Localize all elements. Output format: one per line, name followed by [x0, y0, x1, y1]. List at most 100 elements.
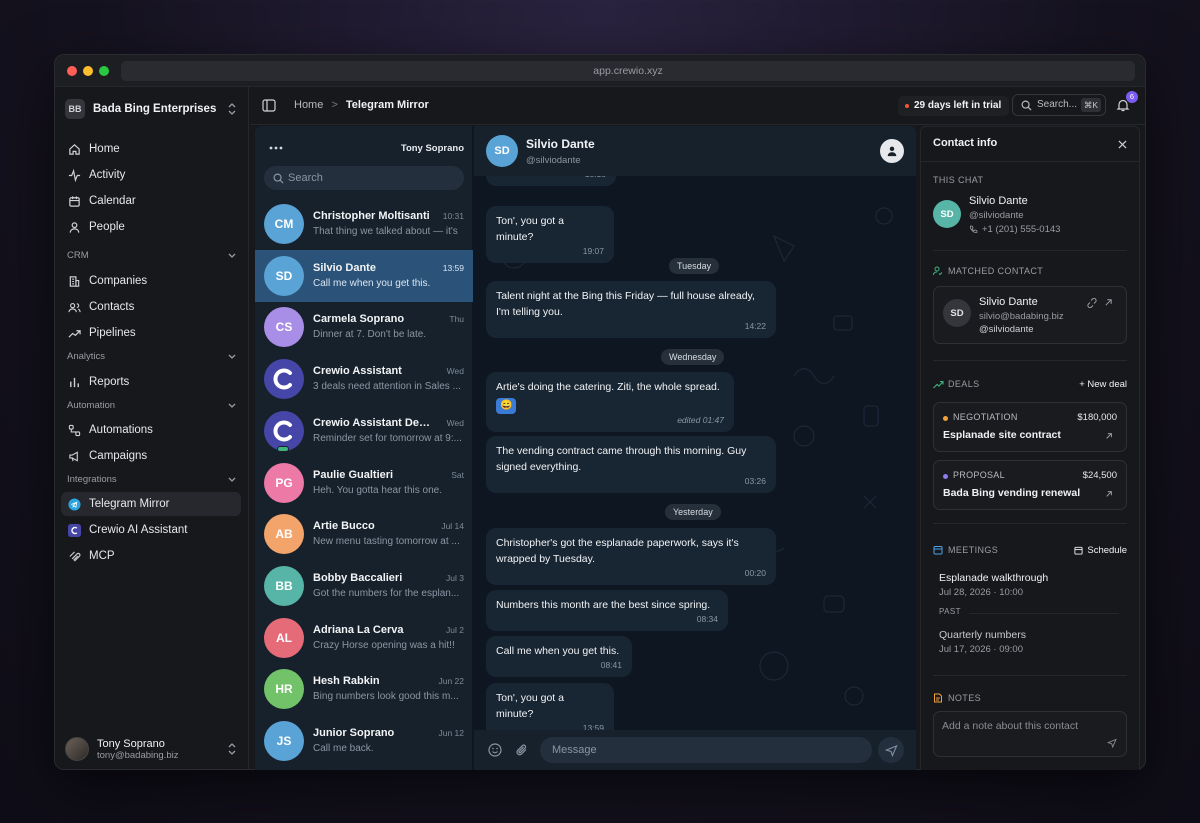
chat-item[interactable]: Crewio Assistant Wed 3 deals need attentio… — [255, 353, 473, 405]
minimize-window-button[interactable] — [83, 66, 93, 76]
sidebar-item-campaigns[interactable]: Campaigns — [61, 444, 241, 468]
deal-card[interactable]: PROPOSAL $24,500 Bada Bing vending renewal — [933, 460, 1127, 510]
section-analytics[interactable]: Analytics — [67, 351, 237, 362]
send-icon — [884, 744, 898, 757]
chat-item[interactable]: CM Christopher Moltisanti 10:31 That thing … — [255, 198, 473, 250]
conversation-avatar: SD — [486, 135, 518, 167]
sidebar-item-label: Activity — [89, 169, 126, 181]
paperclip-icon[interactable] — [515, 743, 529, 757]
more-icon[interactable] — [269, 146, 283, 150]
matched-name: Silvio Dante — [979, 296, 1038, 308]
chat-contact-handle: @silviodante — [969, 210, 1024, 221]
chat-preview: Got the numbers for the esplan... — [313, 587, 460, 599]
chat-item[interactable]: BB Bobby Baccalieri Jul 3 Got the numbers f… — [255, 560, 473, 612]
section-automation[interactable]: Automation — [67, 400, 237, 411]
close-window-button[interactable] — [67, 66, 77, 76]
message-bubble[interactable]: Talent night at the Bing this Friday — f… — [486, 281, 776, 338]
chat-preview: That thing we talked about — it's — [313, 226, 458, 237]
breadcrumb-home[interactable]: Home — [294, 99, 323, 111]
conversation-name[interactable]: Silvio Dante — [526, 137, 595, 151]
sidebar-item-activity[interactable]: Activity — [61, 163, 241, 187]
sidebar-item-calendar[interactable]: Calendar — [61, 189, 241, 213]
chat-name: Paulie Gualtieri — [313, 468, 394, 481]
external-link-icon[interactable] — [1104, 298, 1113, 307]
chat-item[interactable]: Crewio Assistant Deve... Wed Reminder set … — [255, 405, 473, 457]
sidebar-item-mcp[interactable]: MCP — [61, 544, 241, 568]
external-link-icon[interactable] — [1105, 432, 1113, 440]
maximize-window-button[interactable] — [99, 66, 109, 76]
chat-item[interactable]: AB Artie Bucco Jul 14 New menu tasting tomo… — [255, 508, 473, 560]
sidebar-item-label: Companies — [89, 275, 148, 287]
chat-name: Artie Bucco — [313, 520, 375, 533]
message-bubble[interactable]: Call me when you get this. 08:41 — [486, 636, 632, 677]
sidebar-item-home[interactable]: Home — [61, 137, 241, 161]
chat-item[interactable]: SD Silvio Dante 13:59 Call me when you get … — [255, 249, 473, 302]
chat-item[interactable]: JS Junior Soprano Jun 12 Call me back. — [255, 715, 473, 767]
meeting-past[interactable]: Quarterly numbers Jul 17, 2026 · 09:00 — [939, 629, 1119, 655]
message-bubble[interactable]: Ton', you got a minute? 19:07 — [486, 206, 614, 263]
meeting-upcoming[interactable]: Esplanade walkthrough Jul 28, 2026 · 10:… — [939, 572, 1119, 598]
sidebar-item-companies[interactable]: Companies — [61, 269, 241, 293]
chat-date: Wed — [446, 417, 464, 428]
chat-list: Tony Soprano Search CM Christopher Moltis… — [255, 126, 473, 770]
sidebar-item-people[interactable]: People — [61, 215, 241, 239]
send-button[interactable] — [878, 737, 904, 763]
message-bubble[interactable]: Numbers this month are the best since sp… — [486, 590, 728, 631]
sidebar-item-label: Contacts — [89, 301, 135, 313]
message-input[interactable]: Message — [540, 737, 872, 763]
emoji-icon[interactable] — [488, 743, 502, 757]
sidebar-item-telegram-mirror[interactable]: Telegram Mirror — [61, 492, 241, 516]
message-time: 14:22 — [744, 321, 766, 331]
chat-search-input[interactable]: Search — [264, 166, 464, 190]
conversation: SD Silvio Dante @silviodante 18:18 Ton',… — [474, 126, 916, 770]
user-name: Tony Soprano — [97, 737, 165, 750]
external-link-icon[interactable] — [1105, 490, 1113, 498]
trial-text: 29 days left in trial — [914, 100, 1002, 111]
section-crm[interactable]: CRM — [67, 250, 237, 261]
sidebar-item-pipelines[interactable]: Pipelines — [61, 321, 241, 345]
sidebar-item-contacts[interactable]: Contacts — [61, 295, 241, 319]
sidebar-item-automations[interactable]: Automations — [61, 418, 241, 442]
sidebar-toggle-icon[interactable] — [262, 99, 276, 112]
notes-placeholder: Add a note about this contact — [942, 720, 1079, 732]
chat-preview: Call me when you get this. — [313, 277, 431, 289]
chat-name: Christopher Moltisanti — [313, 210, 430, 222]
chat-item[interactable]: AL Adriana La Cerva Jul 2 Crazy Horse openi… — [255, 612, 473, 664]
chat-item[interactable]: CS Carmela Soprano Thu Dinner at 7. Don't b… — [255, 301, 473, 353]
trial-badge[interactable]: 29 days left in trial — [898, 96, 1010, 116]
chat-name: Adriana La Cerva — [313, 623, 404, 636]
meeting-time: Jul 28, 2026 · 10:00 — [939, 587, 1023, 598]
building-icon — [67, 274, 81, 288]
new-deal-button[interactable]: + New deal — [1079, 379, 1127, 390]
message-bubble[interactable]: Christopher's got the esplanade paperwor… — [486, 528, 776, 585]
section-title: Integrations — [67, 474, 117, 485]
deal-card[interactable]: NEGOTIATION $180,000 Esplanade site contra… — [933, 402, 1127, 452]
chat-item[interactable]: PG Paulie Gualtieri Sat Heh. You gotta hear… — [255, 457, 473, 509]
global-search-button[interactable]: Search... ⌘K — [1012, 94, 1106, 116]
deals-label: DEALS — [933, 379, 980, 389]
workspace-switcher[interactable]: BB Bada Bing Enterprises — [65, 97, 237, 121]
conversation-handle: @silviodante — [526, 155, 581, 166]
bar-chart-icon — [67, 375, 81, 389]
message-bubble[interactable]: The vending contract came through this m… — [486, 436, 776, 493]
section-integrations[interactable]: Integrations — [67, 474, 237, 485]
chat-name: Junior Soprano — [313, 727, 395, 739]
schedule-button[interactable]: Schedule — [1074, 545, 1127, 556]
profile-button[interactable] — [880, 139, 904, 163]
close-icon[interactable] — [1118, 140, 1127, 149]
section-title: CRM — [67, 250, 89, 261]
notes-input[interactable]: Add a note about this contact — [933, 711, 1127, 757]
section-title: Analytics — [67, 351, 106, 362]
chat-item[interactable]: HR Hesh Rabkin Jun 22 Bing numbers look goo… — [255, 663, 473, 715]
sidebar-item-crewio-ai-assistant[interactable]: Crewio AI Assistant — [61, 518, 241, 542]
message-bubble[interactable]: Artie's doing the catering. Ziti, the wh… — [486, 372, 734, 432]
unlink-icon[interactable] — [1087, 298, 1097, 308]
send-icon[interactable] — [1107, 738, 1117, 748]
user-menu[interactable]: Tony Soprano tony@badabing.biz — [65, 733, 237, 765]
matched-contact-card[interactable]: SD Silvio Dante silvio@badabing.biz @sil… — [933, 286, 1127, 344]
phone-icon — [970, 225, 978, 233]
deal-stage: PROPOSAL — [953, 470, 1005, 480]
sidebar-item-reports[interactable]: Reports — [61, 370, 241, 394]
url-bar[interactable]: app.crewio.xyz — [121, 61, 1135, 81]
chat-preview: Reminder set for tomorrow at 9:... — [313, 432, 462, 444]
